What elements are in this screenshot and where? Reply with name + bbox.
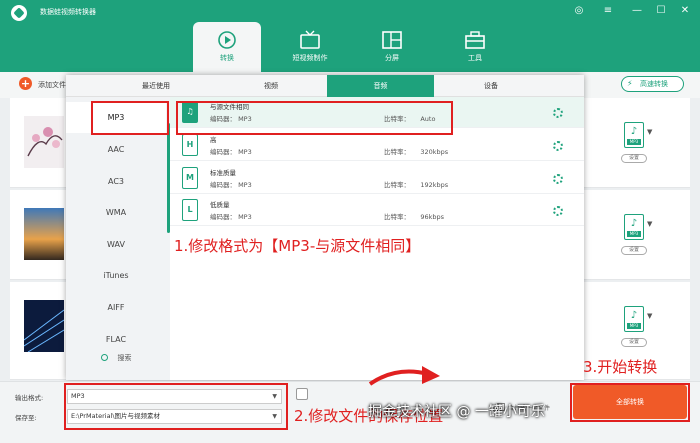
convert-icon [218, 31, 236, 49]
menu-icon[interactable]: ≡ [601, 5, 615, 17]
tab-video[interactable]: 视频 [216, 75, 326, 97]
quality-name: 高 [210, 136, 217, 144]
app-title: 数据蛙视频转换器 [40, 8, 96, 16]
annotation-arrow-icon [368, 366, 440, 386]
format-list: MP3 AAC AC3 WMA WAV iTunes AIFF FLAC [66, 97, 170, 380]
tab-short-video[interactable]: 短视频制作 [276, 22, 344, 72]
gear-icon[interactable] [553, 174, 563, 184]
output-format-icon[interactable]: ♪ MP3 [624, 122, 644, 148]
format-item-aiff[interactable]: AIFF [66, 292, 166, 323]
quality-name: 标准质量 [210, 169, 236, 177]
tab-convert-label: 转换 [220, 54, 234, 62]
gear-icon[interactable] [553, 206, 563, 216]
chevron-down-icon[interactable]: ▼ [647, 128, 652, 136]
quality-name: 与源文件相同 [210, 103, 249, 111]
popup-tabs: 最近使用 视频 音频 设备 [66, 75, 584, 97]
tab-device[interactable]: 设备 [441, 75, 541, 97]
app-logo-icon [11, 5, 27, 21]
quality-encoder: 编码器： MP3 [210, 213, 252, 221]
output-format-icon[interactable]: ♪ MP3 [624, 214, 644, 240]
close-button[interactable]: ✕ [678, 5, 692, 17]
save-to-label: 保存至: [15, 414, 37, 422]
output-format-icon[interactable]: ♪ MP3 [624, 306, 644, 332]
tab-split-screen[interactable]: 分屏 [358, 22, 426, 72]
tab-convert[interactable]: 转换 [193, 22, 261, 72]
quality-bitrate: 比特率： 96kbps [384, 213, 445, 221]
file-thumbnail [24, 116, 64, 168]
quality-item-standard[interactable]: M 标准质量 编码器： MP3 比特率： 192kbps [170, 163, 584, 194]
quality-item-same-as-source[interactable]: ♫ 与源文件相同 编码器： MP3 比特率： Auto [170, 97, 584, 128]
skin-icon[interactable]: ◎ [572, 5, 586, 17]
format-item-ac3[interactable]: AC3 [66, 166, 166, 197]
format-popup: 最近使用 视频 音频 设备 MP3 AAC AC3 WMA WAV iTunes… [66, 75, 584, 380]
save-path-select[interactable]: E:\PrMaterial\图片与视频素材 ▼ [67, 409, 282, 424]
audio-file-icon: ♫ [182, 101, 198, 123]
folder-icon[interactable] [296, 388, 308, 400]
format-item-wav[interactable]: WAV [66, 229, 166, 260]
add-file-icon[interactable]: + [19, 77, 32, 90]
search-label: 搜索 [117, 354, 132, 362]
audio-file-icon: H [182, 134, 198, 156]
add-file-label[interactable]: 添加文件 [38, 80, 66, 90]
format-item-itunes[interactable]: iTunes [66, 260, 166, 291]
format-item-aac[interactable]: AAC [66, 134, 166, 165]
format-item-flac[interactable]: FLAC [66, 324, 166, 355]
settings-button[interactable]: 设置 [621, 246, 647, 255]
quality-bitrate: 比特率： 192kbps [384, 181, 449, 189]
settings-button[interactable]: 设置 [621, 338, 647, 347]
output-format-label: 输出格式: [15, 394, 44, 402]
minimize-button[interactable]: — [630, 5, 644, 17]
search-icon [100, 354, 108, 361]
quality-encoder: 编码器： MP3 [210, 148, 252, 156]
quality-encoder: 编码器： MP3 [210, 181, 252, 189]
quality-bitrate: 比特率： Auto [384, 115, 436, 123]
quality-encoder: 编码器： MP3 [210, 115, 252, 123]
tab-recent[interactable]: 最近使用 [106, 75, 206, 97]
file-thumbnail [24, 208, 64, 260]
quality-item-high[interactable]: H 高 编码器： MP3 比特率： 320kbps [170, 130, 584, 161]
tab-tools[interactable]: 工具 [441, 22, 509, 72]
chevron-down-icon: ▼ [272, 413, 277, 420]
tab-audio[interactable]: 音频 [327, 75, 434, 97]
gear-icon[interactable] [553, 141, 563, 151]
save-path-value: E:\PrMaterial\图片与视频素材 [71, 412, 161, 420]
quality-item-low[interactable]: L 低质量 编码器： MP3 比特率： 96kbps [170, 195, 584, 226]
quality-name: 低质量 [210, 201, 230, 209]
chevron-down-icon: ▼ [272, 393, 277, 400]
tab-short-video-label: 短视频制作 [292, 54, 328, 62]
split-screen-icon [382, 31, 402, 49]
audio-file-icon: L [182, 199, 198, 221]
format-item-wma[interactable]: WMA [66, 197, 166, 228]
chevron-down-icon[interactable]: ▼ [647, 312, 652, 320]
watermark: 掘金技术社区 @ 一罐小可乐 [368, 404, 545, 420]
title-bar [0, 0, 700, 72]
format-item-mp3[interactable]: MP3 [66, 102, 166, 133]
toolbox-icon [465, 31, 485, 49]
convert-all-button[interactable]: 全部转换 [573, 385, 687, 419]
tab-tools-label: 工具 [468, 54, 482, 62]
file-thumbnail [24, 300, 64, 352]
annotation-step3: 3.开始转换 [583, 358, 658, 376]
audio-file-icon: M [182, 167, 198, 189]
settings-button[interactable]: 设置 [621, 154, 647, 163]
format-search[interactable]: 搜索 [66, 353, 166, 371]
quality-bitrate: 比特率： 320kbps [384, 148, 449, 156]
gear-icon[interactable] [553, 108, 563, 118]
tab-split-screen-label: 分屏 [385, 54, 399, 62]
chevron-down-icon[interactable]: ▼ [647, 220, 652, 228]
output-format-select[interactable]: MP3 ▼ [67, 389, 282, 404]
high-speed-convert-button[interactable]: 高速转换 [621, 76, 684, 92]
output-format-value: MP3 [71, 392, 85, 400]
maximize-button[interactable]: ☐ [654, 5, 668, 17]
tv-icon [300, 30, 320, 49]
annotation-step1: 1.修改格式为【MP3-与源文件相同】 [174, 237, 421, 255]
